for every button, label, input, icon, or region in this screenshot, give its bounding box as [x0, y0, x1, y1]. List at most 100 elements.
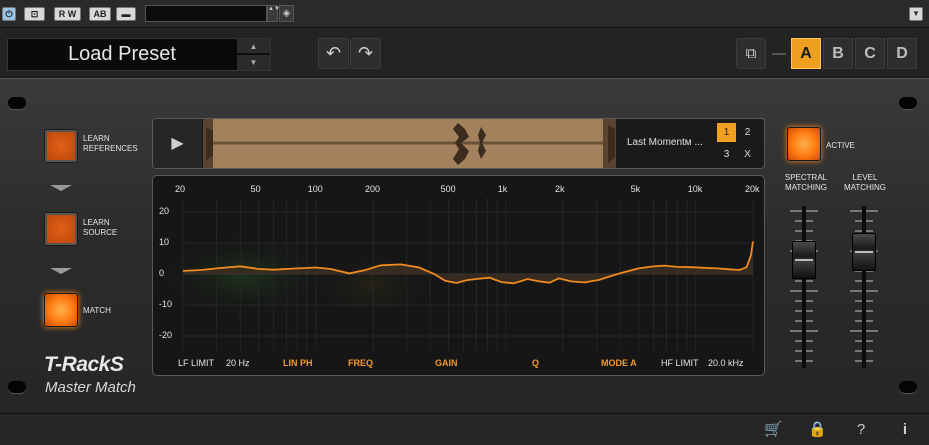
- fader-tick: [806, 300, 813, 302]
- undo-button[interactable]: ↶: [318, 38, 349, 69]
- fader-tick: [795, 230, 802, 232]
- logo-master-match: Master Match: [45, 379, 136, 396]
- screw-icon: [8, 381, 26, 393]
- copy-icon[interactable]: ⧉: [736, 38, 766, 69]
- fader-tick: [866, 210, 878, 212]
- fader-tick: [806, 230, 813, 232]
- arrow-down-icon: [50, 268, 72, 274]
- arrow-down-icon: [50, 185, 72, 191]
- host-menu-button[interactable]: ▬: [116, 7, 136, 21]
- preset-up-button[interactable]: ▲: [237, 39, 270, 54]
- reference-strip: ▶ Last Momentм ... 1 2 3 X: [152, 118, 765, 169]
- freq-tick-label: 500: [440, 184, 456, 194]
- reference-waveform[interactable]: [203, 119, 616, 168]
- q-control[interactable]: Q: [532, 358, 539, 368]
- info-icon[interactable]: i: [896, 421, 914, 439]
- fader-tick: [855, 300, 862, 302]
- redo-button[interactable]: ↷: [350, 38, 381, 69]
- slot-b-button[interactable]: B: [823, 38, 853, 69]
- help-icon[interactable]: ?: [852, 421, 870, 439]
- freq-tick-label: 100: [307, 184, 323, 194]
- fader-tick: [850, 210, 862, 212]
- eq-display[interactable]: 20 50 100 200 500 1k 2k 5k 10k 20k 20 10 0 -10 -20 LF…: [152, 175, 765, 376]
- preset-down-button[interactable]: ▼: [237, 55, 270, 70]
- db-tick-label: -10: [159, 299, 173, 309]
- preset-bar: Load Preset ▲ ▼ ↶ ↷ ⧉ A B C D: [0, 28, 929, 76]
- reference-clear-button[interactable]: X: [738, 145, 757, 164]
- lin-ph-toggle[interactable]: LIN PH: [283, 358, 313, 368]
- fader-tick: [855, 320, 862, 322]
- active-button[interactable]: [787, 127, 821, 161]
- fader-tick: [855, 360, 862, 362]
- match-button[interactable]: [44, 293, 78, 327]
- fader-handle[interactable]: [852, 233, 876, 272]
- learn-references-button[interactable]: [44, 129, 78, 163]
- fader-handle[interactable]: [792, 240, 816, 279]
- slot-d-button[interactable]: D: [887, 38, 917, 69]
- compare-ab-button[interactable]: AB: [89, 7, 111, 21]
- diamond-icon[interactable]: ◈: [279, 5, 294, 22]
- fader-tick: [795, 220, 802, 222]
- freq-tick-label: 50: [250, 184, 261, 194]
- fader-tick: [866, 310, 873, 312]
- preset-name[interactable]: Load Preset: [8, 39, 236, 70]
- preset-selector[interactable]: Load Preset ▲ ▼: [7, 38, 271, 71]
- cart-icon[interactable]: 🛒: [764, 421, 783, 439]
- plugin-panel: LEARN REFERENCES LEARN SOURCE MATCH T-Ra…: [0, 78, 929, 414]
- slot-c-button[interactable]: C: [855, 38, 885, 69]
- freq-tick-label: 2k: [555, 184, 565, 194]
- fader-tick: [855, 350, 862, 352]
- fader-tick: [795, 310, 802, 312]
- fader-tick: [806, 210, 818, 212]
- screw-icon: [899, 97, 917, 109]
- fader-tick: [790, 290, 802, 292]
- learn-references-label: LEARN REFERENCES: [83, 134, 138, 153]
- hf-limit-label: HF LIMIT: [661, 358, 699, 368]
- mode-selector[interactable]: MODE A: [601, 358, 637, 368]
- fader-tick: [795, 320, 802, 322]
- read-write-button[interactable]: R W: [54, 7, 81, 21]
- host-dropdown-button[interactable]: ▼: [909, 7, 923, 21]
- reference-track-name[interactable]: Last Momentм ...: [627, 137, 715, 148]
- host-preset-field[interactable]: [145, 5, 267, 22]
- plugin-window: ⏻ ⊡ R W AB ▬ ▲▼ ◈ ▼ Load Preset ▲ ▼ ↶ ↷ …: [0, 0, 929, 445]
- fader-tick: [866, 220, 873, 222]
- fader-tick: [855, 340, 862, 342]
- fader-tick: [866, 340, 873, 342]
- spectral-matching-label: SPECTRAL MATCHING: [784, 173, 828, 192]
- fader-tick: [806, 330, 818, 332]
- reference-slot-1[interactable]: 1: [717, 123, 736, 142]
- freq-control[interactable]: FREQ: [348, 358, 373, 368]
- fader-tick: [855, 230, 862, 232]
- freq-tick-label: 10k: [687, 184, 703, 194]
- freq-tick-label: 200: [365, 184, 381, 194]
- fader-tick: [866, 330, 878, 332]
- reference-slot-3[interactable]: 3: [717, 145, 736, 164]
- eq-graph: [153, 198, 754, 351]
- power-button[interactable]: ⏻: [2, 7, 16, 21]
- learn-source-button[interactable]: [44, 212, 78, 246]
- fader-tick: [795, 350, 802, 352]
- logo-trackS: T-RackS: [44, 353, 124, 376]
- fader-tick: [795, 300, 802, 302]
- hf-limit-value[interactable]: 20.0 kHz: [708, 358, 744, 368]
- fader-tick: [806, 360, 813, 362]
- host-toolbar: ⏻ ⊡ R W AB ▬ ▲▼ ◈ ▼: [0, 0, 929, 28]
- lf-limit-value[interactable]: 20 Hz: [226, 358, 250, 368]
- slot-a-button[interactable]: A: [791, 38, 821, 69]
- host-preset-spinner[interactable]: ▲▼: [267, 5, 280, 22]
- lock-icon[interactable]: 🔒: [808, 421, 827, 439]
- reference-slot-2[interactable]: 2: [738, 123, 757, 142]
- play-button[interactable]: ▶: [153, 119, 202, 168]
- fader-tick: [850, 290, 862, 292]
- db-tick-label: 0: [159, 268, 165, 278]
- fader-tick: [795, 360, 802, 362]
- fader-tick: [806, 290, 818, 292]
- db-tick-label: 10: [159, 237, 170, 247]
- freq-tick-label: 20: [175, 184, 186, 194]
- gain-control[interactable]: GAIN: [435, 358, 458, 368]
- bypass-button[interactable]: ⊡: [24, 7, 45, 21]
- fader-tick: [850, 330, 862, 332]
- footer-bar: 🛒 🔒 ? i: [0, 414, 929, 445]
- fader-tick: [806, 320, 813, 322]
